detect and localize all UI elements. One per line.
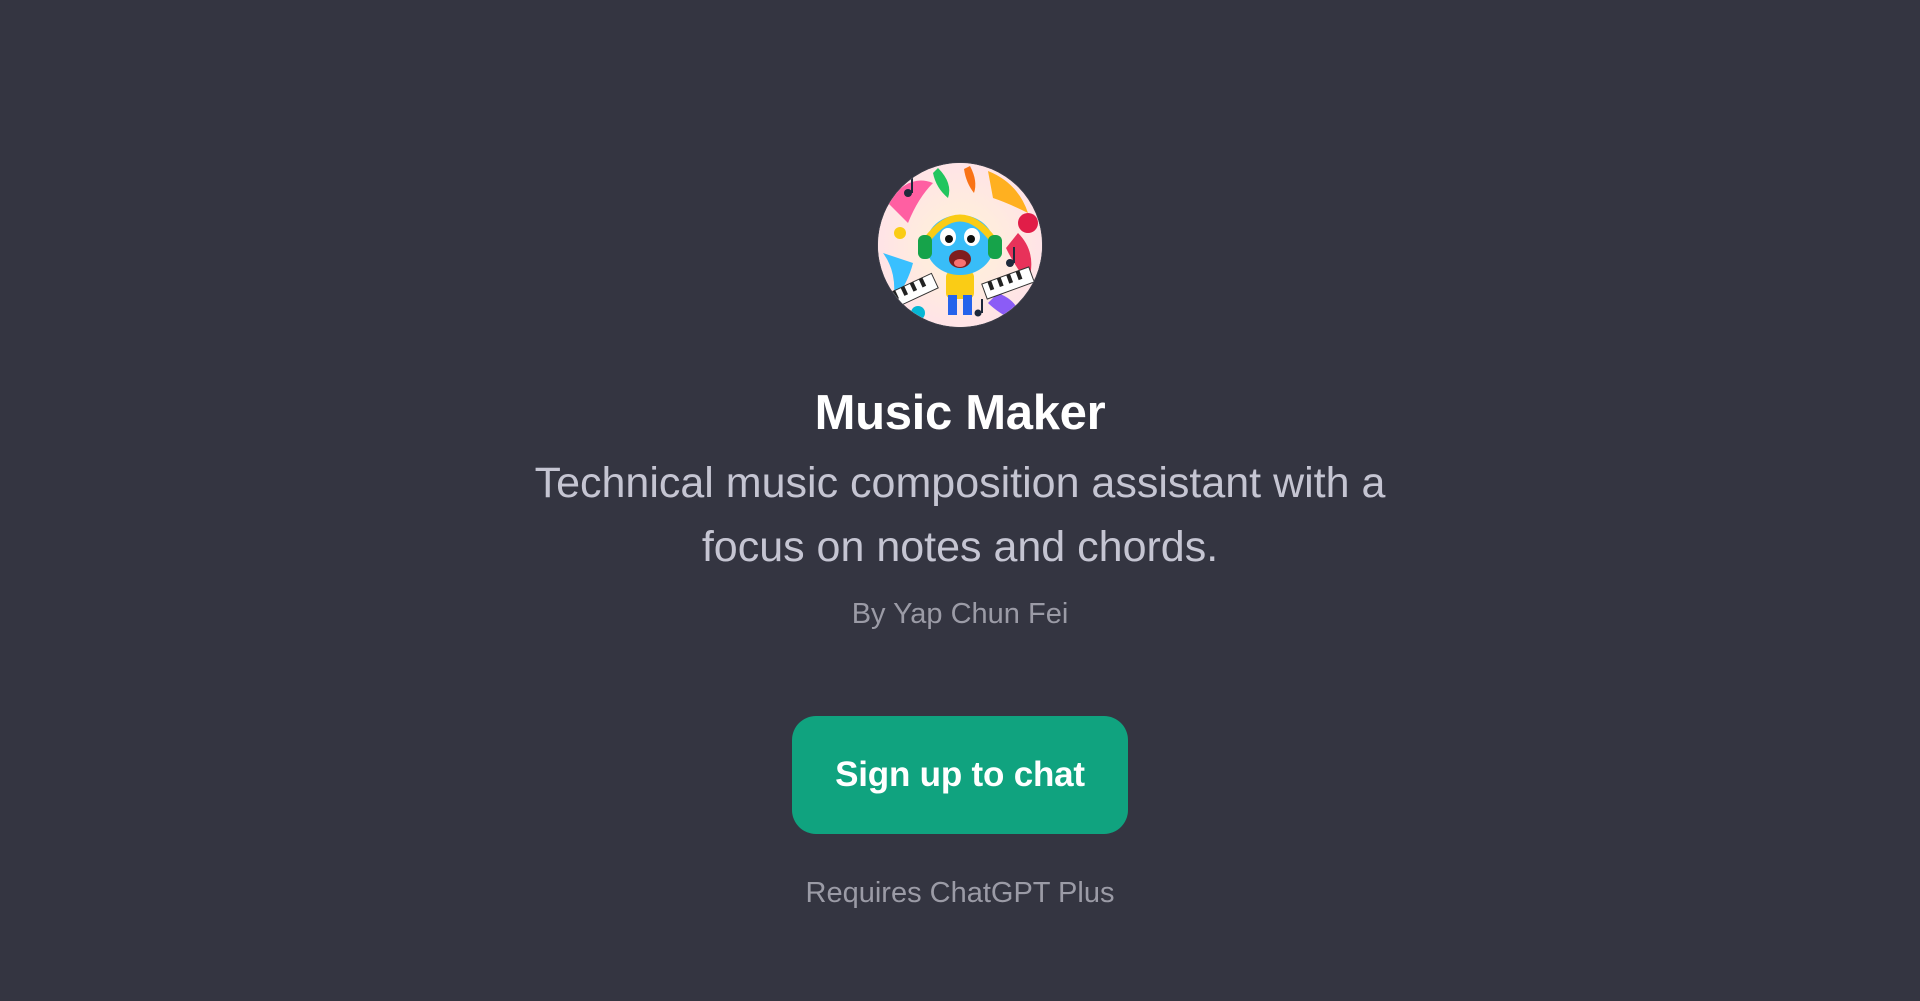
gpt-description: Technical music composition assistant wi…	[534, 458, 1386, 571]
gpt-title: Music Maker	[814, 386, 1106, 440]
sign-up-to-chat-button[interactable]: Sign up to chat	[792, 715, 1128, 834]
gpt-avatar	[878, 163, 1042, 327]
gpt-author: By Yap Chun Fei	[851, 597, 1069, 630]
gpt-landing-page: Music Maker Technical music composition …	[0, 0, 1920, 1001]
music-character-illustration	[878, 163, 1042, 327]
requires-plus-note: Requires ChatGPT Plus	[805, 876, 1115, 909]
